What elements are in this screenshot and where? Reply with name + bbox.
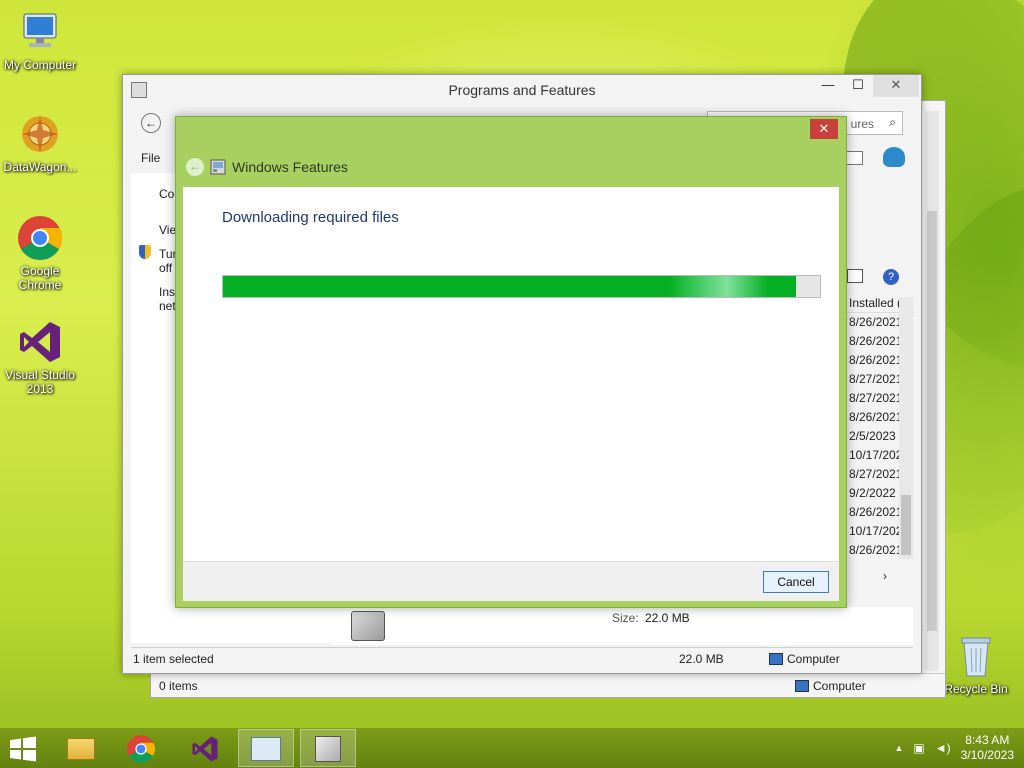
- dialog-footer: Cancel: [183, 561, 839, 601]
- desktop-icon-visual-studio[interactable]: Visual Studio 2013: [0, 318, 80, 396]
- dialog-title: Windows Features: [232, 159, 348, 175]
- windows-features-icon: [315, 736, 341, 762]
- details-view-icon[interactable]: [847, 269, 863, 283]
- window-title: Programs and Features: [448, 82, 596, 98]
- desktop-icon-my-computer[interactable]: My Computer: [0, 8, 80, 72]
- chrome-icon: [127, 735, 155, 763]
- taskbar-google-chrome[interactable]: [112, 729, 168, 767]
- status-items: 0 items: [159, 679, 198, 693]
- size-label: Size:: [612, 611, 639, 625]
- show-hidden-icons-icon[interactable]: ▲: [894, 743, 903, 753]
- desktop-icon-label: Recycle Bin: [944, 682, 1008, 696]
- program-icon: [351, 611, 385, 641]
- explorer-status-bar: 0 items Computer: [151, 673, 945, 697]
- taskbar-file-explorer[interactable]: [52, 729, 108, 767]
- volume-icon[interactable]: ◄): [935, 741, 951, 755]
- close-button[interactable]: ✕: [873, 75, 919, 97]
- pane-text[interactable]: Co: [159, 187, 174, 201]
- list-scrollbar[interactable]: [899, 297, 913, 559]
- help-icon[interactable]: ?: [883, 269, 899, 285]
- network-icon[interactable]: ▣: [913, 741, 924, 755]
- download-status-text: Downloading required files: [222, 209, 399, 226]
- start-button-icon[interactable]: [8, 736, 38, 762]
- clock-time: 8:43 AM: [965, 733, 1010, 747]
- status-location: Computer: [813, 679, 866, 693]
- details-pane: Size: 22.0 MB: [331, 607, 913, 645]
- desktop-icon-label: My Computer: [3, 58, 77, 72]
- computer-icon: [769, 653, 783, 665]
- scrollbar-thumb[interactable]: [927, 211, 937, 631]
- pane-text[interactable]: Tur: [159, 247, 177, 261]
- explorer-scrollbar[interactable]: [925, 111, 939, 671]
- taskbar-windows-features[interactable]: [300, 729, 356, 767]
- shell-icon: [883, 147, 905, 167]
- computer-icon: [16, 8, 64, 56]
- menu-file[interactable]: File: [141, 151, 160, 165]
- search-placeholder: ures: [850, 117, 874, 131]
- desktop-icon-label: DataWagon...: [3, 160, 77, 174]
- computer-icon: [795, 680, 809, 692]
- download-progress-bar: [222, 275, 821, 298]
- dialog-header: ← Windows Features: [186, 155, 348, 179]
- recycle-bin-icon: [956, 632, 996, 680]
- control-panel-icon: [251, 737, 281, 761]
- folder-icon: [67, 738, 95, 760]
- status-bar: 1 item selected 22.0 MB Computer: [131, 647, 913, 669]
- back-button[interactable]: ←: [141, 113, 161, 133]
- chrome-icon: [16, 214, 64, 262]
- back-arrow-icon[interactable]: ←: [186, 158, 204, 176]
- visual-studio-icon: [192, 736, 218, 762]
- cancel-button[interactable]: Cancel: [763, 571, 829, 593]
- scroll-right-icon[interactable]: ›: [883, 569, 887, 583]
- taskbar: ▲ ▣ ◄) 8:43 AM 3/10/2023: [0, 728, 1024, 768]
- shield-icon: [139, 245, 151, 259]
- dialog-close-button[interactable]: ✕: [810, 119, 838, 139]
- scrollbar-thumb[interactable]: [901, 495, 911, 555]
- progress-fill: [223, 276, 797, 297]
- pane-text[interactable]: Vie: [159, 223, 176, 237]
- pane-text[interactable]: net: [159, 299, 176, 313]
- desktop-icon-label: Google Chrome: [18, 264, 62, 292]
- clock-date: 3/10/2023: [960, 748, 1014, 762]
- search-icon: ⌕: [889, 115, 896, 129]
- taskbar-visual-studio[interactable]: [176, 729, 232, 767]
- status-selected: 1 item selected: [133, 652, 214, 666]
- windows-features-dialog[interactable]: ✕ ← Windows Features Downloading require…: [175, 116, 847, 608]
- visual-studio-icon: [16, 318, 64, 366]
- status-location: Computer: [787, 652, 840, 666]
- dialog-body: Downloading required files: [183, 187, 839, 561]
- desktop-icon-recycle-bin[interactable]: Recycle Bin: [936, 632, 1016, 696]
- taskbar-control-panel[interactable]: [238, 729, 294, 767]
- system-tray: ▲ ▣ ◄) 8:43 AM 3/10/2023: [884, 732, 1014, 764]
- pane-text[interactable]: off: [159, 261, 172, 275]
- desktop-icon-label: Visual Studio 2013: [5, 368, 75, 396]
- desktop-icon-datawagon[interactable]: DataWagon...: [0, 110, 80, 174]
- datawagon-icon: [16, 110, 64, 158]
- clock[interactable]: 8:43 AM 3/10/2023: [961, 733, 1014, 763]
- size-value: 22.0 MB: [645, 611, 690, 625]
- title-bar[interactable]: Programs and Features — ☐ ✕: [123, 75, 921, 105]
- maximize-button[interactable]: ☐: [843, 75, 873, 97]
- windows-features-icon: [210, 159, 226, 175]
- minimize-button[interactable]: —: [813, 75, 843, 97]
- status-size: 22.0 MB: [679, 652, 724, 666]
- desktop-icon-google-chrome[interactable]: Google Chrome: [0, 214, 80, 292]
